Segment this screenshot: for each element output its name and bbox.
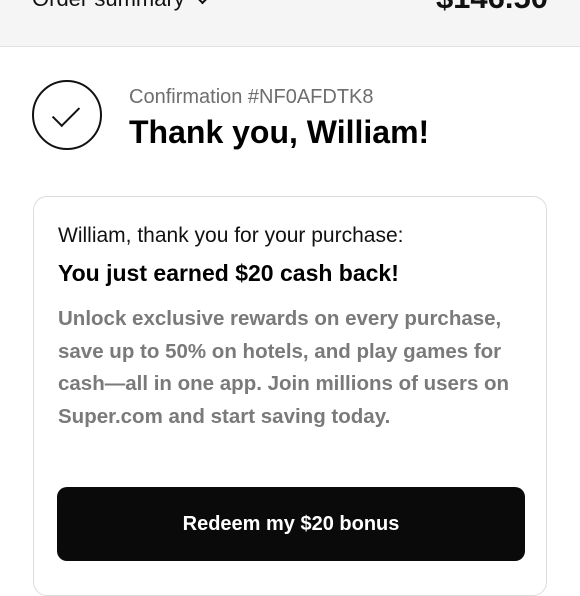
chevron-down-icon — [194, 0, 211, 4]
reward-headline: You just earned $20 cash back! — [58, 260, 399, 286]
order-total: $146.50 — [436, 0, 548, 16]
reward-intro: William, thank you for your purchase: — [58, 224, 404, 247]
confirmation-number: Confirmation #NF0AFDTK8 — [129, 86, 374, 108]
confirmation-header: Confirmation #NF0AFDTK8 Thank you, Willi… — [32, 80, 552, 160]
check-circle-icon — [32, 80, 102, 150]
reward-card: William, thank you for your purchase: Yo… — [33, 196, 547, 596]
order-summary-toggle[interactable]: Order summary — [32, 0, 211, 12]
reward-description: Unlock exclusive rewards on every purcha… — [58, 307, 510, 428]
order-summary-bar: Order summary $146.50 — [0, 0, 580, 47]
checkmark-icon — [51, 98, 81, 128]
redeem-bonus-button[interactable]: Redeem my $20 bonus — [57, 487, 525, 561]
page-title: Thank you, William! — [129, 114, 430, 150]
order-summary-label: Order summary — [32, 0, 185, 12]
